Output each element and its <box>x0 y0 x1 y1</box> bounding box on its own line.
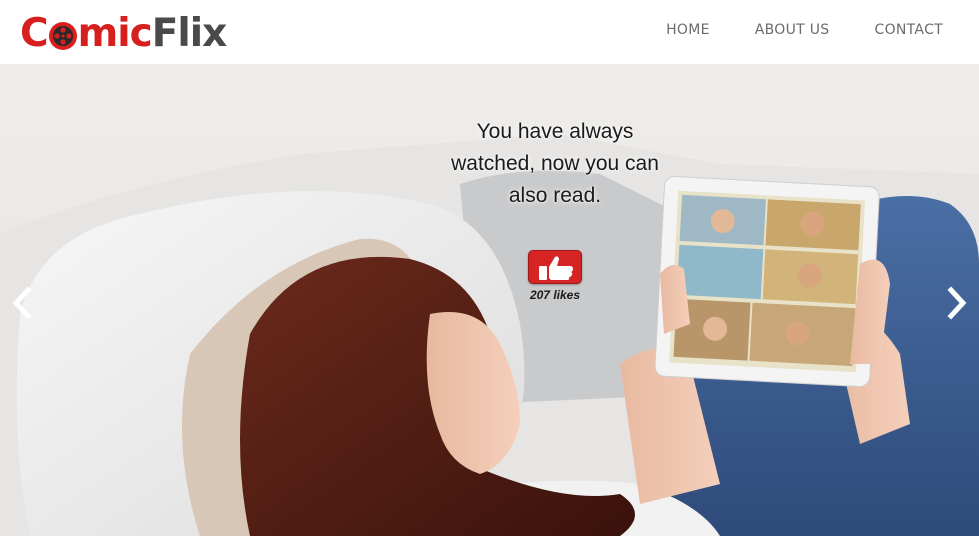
like-button[interactable] <box>528 250 582 284</box>
chevron-right-icon <box>947 286 967 320</box>
logo-text-mic: mic <box>77 10 153 56</box>
logo-text-flix: Flix <box>151 10 228 56</box>
hero-slider: You have always watched, now you can als… <box>0 64 979 536</box>
hero-tagline: You have always watched, now you can als… <box>451 120 659 207</box>
nav-home[interactable]: HOME <box>666 22 710 38</box>
comicflix-logo[interactable]: Co C mic Flix <box>20 10 228 56</box>
slider-prev-button[interactable] <box>10 286 36 320</box>
likes-count: 207 likes <box>529 288 581 302</box>
nav-contact[interactable]: CONTACT <box>875 22 944 38</box>
thumbs-up-icon <box>539 256 573 280</box>
main-nav: HOME ABOUT US CONTACT <box>666 22 943 38</box>
site-header: Co C mic Flix HOME ABOUT US CONTACT <box>0 0 979 64</box>
nav-about-us[interactable]: ABOUT US <box>755 22 830 38</box>
slider-next-button[interactable] <box>943 286 969 320</box>
film-reel-icon <box>48 22 77 50</box>
chevron-left-icon <box>12 286 32 320</box>
